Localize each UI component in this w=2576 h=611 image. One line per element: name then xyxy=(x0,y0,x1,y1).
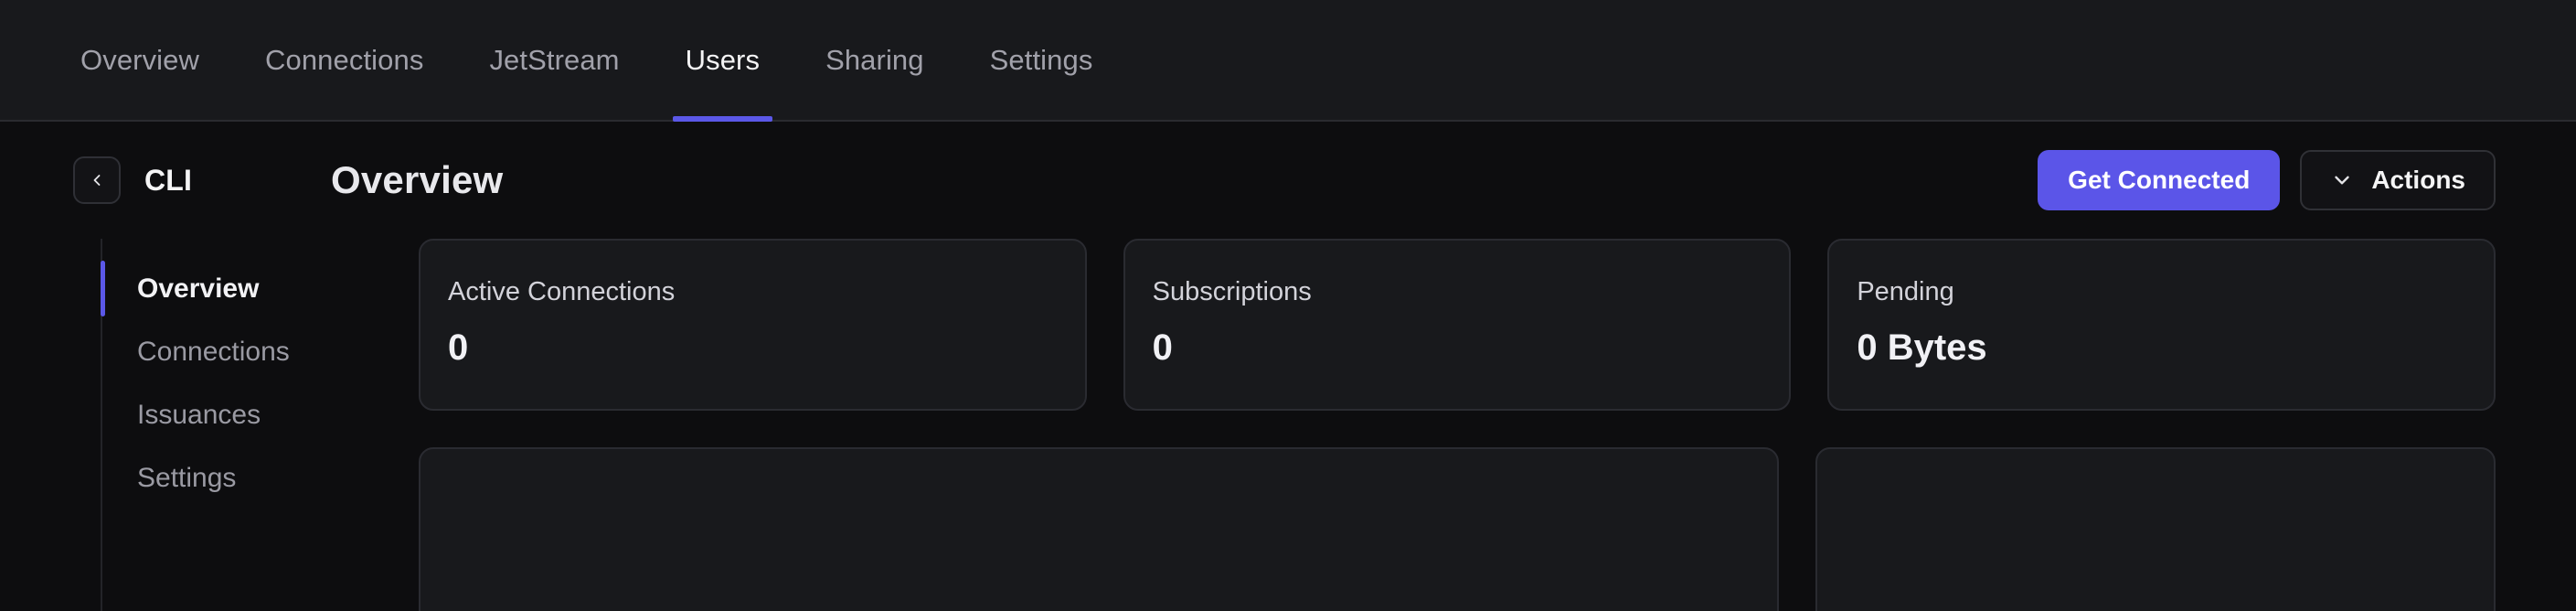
tab-label: JetStream xyxy=(489,43,620,76)
sidebar-item-label: Connections xyxy=(137,337,290,367)
page-title: Overview xyxy=(331,158,504,201)
actions-button-label: Actions xyxy=(2371,166,2465,194)
chevron-left-icon xyxy=(88,171,106,189)
sidebar-item-overview[interactable]: Overview xyxy=(101,257,327,320)
stat-card-label: Pending xyxy=(1857,277,1954,306)
stat-card-active-connections: Active Connections 0 xyxy=(419,239,1087,411)
breadcrumb: CLI xyxy=(73,156,309,204)
tab-label: Connections xyxy=(265,43,424,76)
tab-jetstream[interactable]: JetStream xyxy=(456,0,652,120)
secondary-card-grid xyxy=(419,447,2496,611)
stat-card-value: 0 Bytes xyxy=(1857,327,1987,368)
page-body: CLI Overview Get Connected Actions Overv… xyxy=(0,122,2576,611)
sidebar: Overview Connections Issuances Settings xyxy=(101,239,327,611)
get-connected-button[interactable]: Get Connected xyxy=(2038,150,2281,210)
sidebar-item-settings[interactable]: Settings xyxy=(102,446,327,509)
stat-card-value: 0 xyxy=(1152,327,1173,368)
tab-label: Sharing xyxy=(825,43,924,76)
tab-list: Overview Connections JetStream Users Sha… xyxy=(80,0,1126,122)
stat-card-pending: Pending 0 Bytes xyxy=(1827,239,2496,411)
page-header-row: CLI Overview Get Connected Actions xyxy=(0,122,2576,239)
tab-sharing[interactable]: Sharing xyxy=(793,0,957,120)
sidebar-item-label: Settings xyxy=(137,463,237,493)
tab-label: Settings xyxy=(989,43,1093,76)
sidebar-item-label: Issuances xyxy=(137,400,261,430)
sidebar-item-issuances[interactable]: Issuances xyxy=(102,383,327,446)
entity-title: CLI xyxy=(144,163,193,197)
secondary-card-left xyxy=(419,447,1779,611)
stat-card-value: 0 xyxy=(448,327,469,368)
actions-button[interactable]: Actions xyxy=(2300,150,2496,210)
header-actions: Get Connected Actions xyxy=(2038,150,2496,210)
top-tab-bar: Overview Connections JetStream Users Sha… xyxy=(0,0,2576,122)
stat-card-label: Subscriptions xyxy=(1152,277,1312,306)
chevron-down-icon xyxy=(2330,168,2354,192)
content-row: Overview Connections Issuances Settings … xyxy=(0,239,2576,611)
stat-card-subscriptions: Subscriptions 0 xyxy=(1123,239,1792,411)
tab-label: Overview xyxy=(80,43,199,76)
sidebar-item-connections[interactable]: Connections xyxy=(102,320,327,383)
sidebar-item-label: Overview xyxy=(137,273,260,304)
main-content: Active Connections 0 Subscriptions 0 Pen… xyxy=(327,239,2496,611)
tab-users[interactable]: Users xyxy=(653,0,793,122)
tab-label: Users xyxy=(685,43,761,76)
stat-card-grid: Active Connections 0 Subscriptions 0 Pen… xyxy=(419,239,2496,411)
tab-settings[interactable]: Settings xyxy=(957,0,1126,120)
back-button[interactable] xyxy=(73,156,121,204)
tab-connections[interactable]: Connections xyxy=(232,0,456,120)
secondary-card-right xyxy=(1815,447,2496,611)
stat-card-label: Active Connections xyxy=(448,277,676,306)
tab-overview[interactable]: Overview xyxy=(80,0,232,120)
